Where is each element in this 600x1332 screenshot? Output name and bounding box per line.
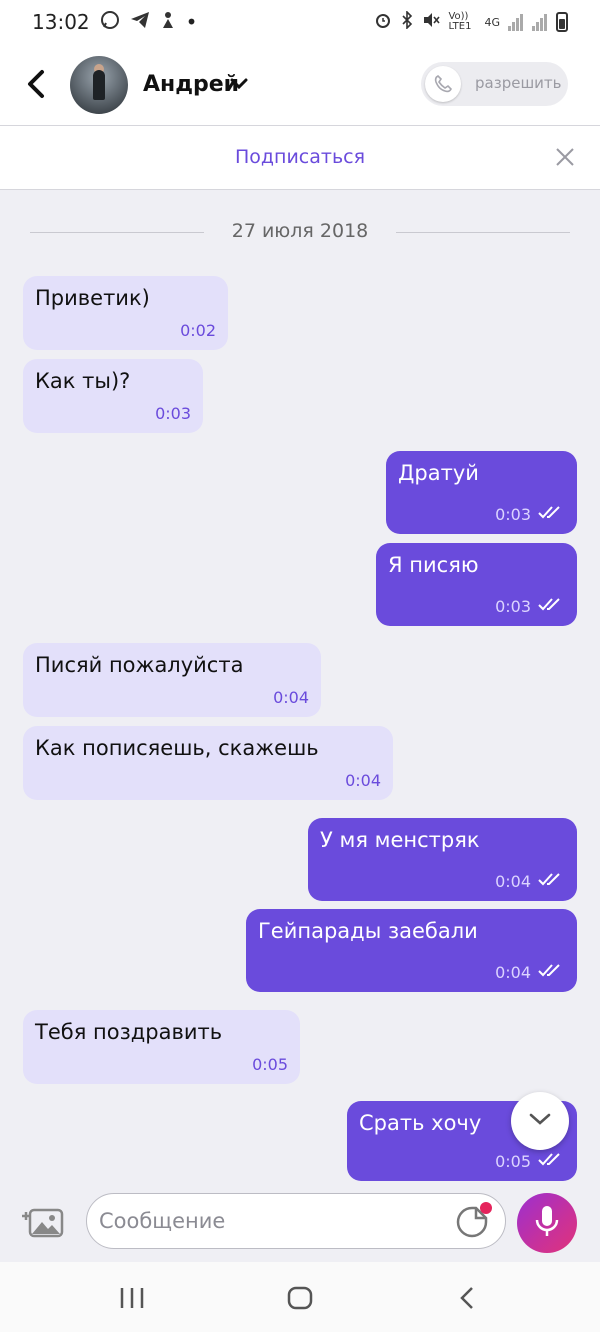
battery-icon bbox=[556, 12, 568, 32]
composer bbox=[0, 1184, 600, 1260]
message-text: Писяй пожалуйста bbox=[35, 653, 244, 677]
status-bar: 13:02 • Vo)) LTE1 4G bbox=[0, 0, 600, 44]
back-arrow-icon[interactable] bbox=[22, 66, 52, 102]
system-nav-bar bbox=[0, 1262, 600, 1332]
status-left: 13:02 • bbox=[32, 10, 197, 35]
subscribe-button[interactable]: Подписаться bbox=[235, 146, 365, 168]
double-check-icon bbox=[537, 871, 565, 891]
message-time: 0:03 bbox=[495, 504, 531, 524]
message-text: Как пописяешь, скажешь bbox=[35, 736, 319, 760]
message-bubble[interactable]: Тебя поздравить 0:05 bbox=[23, 1010, 300, 1084]
mic-icon bbox=[534, 1204, 560, 1242]
message-text: Гейпарады заебали bbox=[258, 919, 478, 943]
allow-calls-toggle[interactable]: разрешить bbox=[421, 62, 568, 106]
message-bubble[interactable]: Как ты)? 0:03 bbox=[23, 359, 203, 433]
message-bubble[interactable]: Приветик) 0:02 bbox=[23, 276, 228, 350]
message-bubble[interactable]: Дратуй 0:03 bbox=[386, 451, 577, 534]
message-time: 0:05 bbox=[252, 1055, 288, 1074]
date-separator: 27 июля 2018 bbox=[30, 220, 570, 246]
nav-back-icon[interactable] bbox=[458, 1286, 478, 1314]
message-text: Как ты)? bbox=[35, 369, 131, 393]
scroll-down-icon bbox=[528, 1111, 552, 1131]
chevron-down-icon[interactable] bbox=[230, 76, 248, 95]
gallery-icon[interactable] bbox=[18, 1202, 66, 1242]
telegram-icon bbox=[130, 11, 150, 34]
close-icon[interactable] bbox=[554, 146, 576, 172]
signal-icon-2 bbox=[532, 13, 548, 31]
mute-icon bbox=[422, 12, 441, 32]
message-time: 0:03 bbox=[155, 404, 191, 423]
message-input[interactable] bbox=[86, 1193, 506, 1249]
message-time: 0:02 bbox=[180, 321, 216, 340]
message-bubble[interactable]: Гейпарады заебали 0:04 bbox=[246, 909, 577, 992]
status-right: Vo)) LTE1 4G bbox=[374, 10, 568, 33]
notification-dot bbox=[480, 1202, 492, 1214]
nav-home-icon[interactable] bbox=[286, 1286, 314, 1314]
message-text: Тебя поздравить bbox=[35, 1020, 223, 1044]
notification-icon bbox=[160, 10, 176, 35]
chat-header: Андрей разрешить bbox=[0, 44, 600, 126]
message-bubble[interactable]: Как пописяешь, скажешь 0:04 bbox=[23, 726, 393, 800]
double-check-icon bbox=[537, 504, 565, 524]
bluetooth-icon bbox=[400, 10, 414, 33]
message-time: 0:04 bbox=[495, 871, 531, 891]
message-time: 0:04 bbox=[273, 688, 309, 707]
message-text: У мя менстряк bbox=[320, 828, 480, 852]
subscribe-bar: Подписаться bbox=[0, 126, 600, 190]
contact-name[interactable]: Андрей bbox=[143, 72, 239, 97]
signal-icon bbox=[508, 13, 524, 31]
message-bubble[interactable]: Писяй пожалуйста 0:04 bbox=[23, 643, 321, 717]
scroll-down-button[interactable] bbox=[511, 1092, 569, 1150]
message-text: Я писяю bbox=[388, 553, 479, 577]
network-label: 4G bbox=[484, 15, 500, 29]
double-check-icon bbox=[537, 1151, 565, 1171]
phone-icon bbox=[425, 66, 461, 102]
message-bubble[interactable]: Я писяю 0:03 bbox=[376, 543, 577, 626]
whatsapp-icon bbox=[100, 10, 120, 35]
message-time: 0:04 bbox=[345, 771, 381, 790]
allow-label: разрешить bbox=[475, 74, 562, 92]
avatar[interactable] bbox=[70, 56, 128, 114]
message-time: 0:04 bbox=[495, 962, 531, 982]
status-dot: • bbox=[185, 10, 198, 34]
message-bubble[interactable]: У мя менстряк 0:04 bbox=[308, 818, 577, 901]
double-check-icon bbox=[537, 596, 565, 616]
message-text: Дратуй bbox=[398, 461, 479, 485]
status-time: 13:02 bbox=[32, 10, 90, 34]
volte-label: Vo)) LTE1 bbox=[448, 11, 472, 32]
alarm-icon bbox=[374, 11, 392, 33]
double-check-icon bbox=[537, 962, 565, 982]
message-text: Приветик) bbox=[35, 286, 150, 310]
message-time: 0:03 bbox=[495, 596, 531, 616]
date-label: 27 июля 2018 bbox=[231, 220, 369, 242]
message-time: 0:05 bbox=[495, 1151, 531, 1171]
mic-button[interactable] bbox=[517, 1193, 577, 1253]
nav-recent-icon[interactable] bbox=[118, 1286, 146, 1314]
